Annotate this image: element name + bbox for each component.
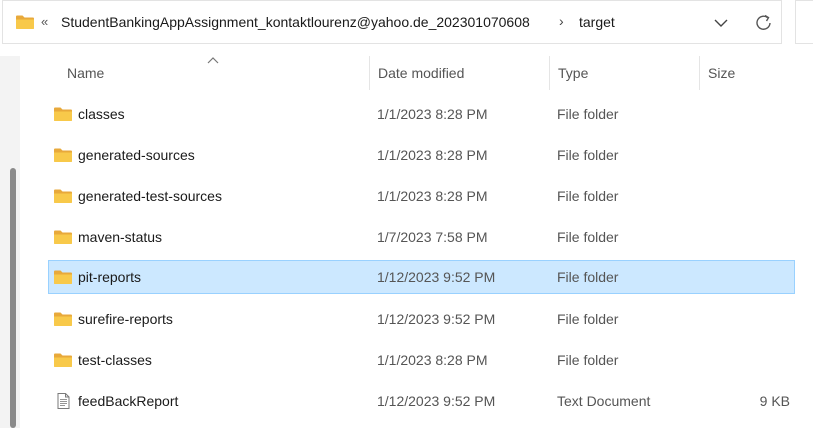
- file-type: File folder: [557, 269, 619, 285]
- address-bar[interactable]: « StudentBankingAppAssignment_kontaktlou…: [2, 0, 782, 44]
- list-item[interactable]: feedBackReport 1/12/2023 9:52 PM Text Do…: [48, 384, 795, 418]
- search-box[interactable]: [795, 0, 813, 44]
- breadcrumb-separator-icon[interactable]: ›: [559, 13, 564, 29]
- column-header-date-modified[interactable]: Date modified: [369, 56, 549, 90]
- list-item[interactable]: generated-sources 1/1/2023 8:28 PM File …: [48, 138, 795, 172]
- folder-icon: [54, 230, 72, 244]
- folder-icon: [16, 15, 34, 29]
- file-type: File folder: [557, 106, 619, 122]
- file-date: 1/12/2023 9:52 PM: [377, 311, 496, 327]
- file-name: test-classes: [78, 352, 152, 368]
- breadcrumb-current[interactable]: target: [579, 14, 615, 30]
- folder-icon: [54, 312, 72, 326]
- list-item[interactable]: classes 1/1/2023 8:28 PM File folder: [48, 97, 795, 131]
- file-date: 1/1/2023 8:28 PM: [377, 352, 488, 368]
- file-name: feedBackReport: [78, 393, 179, 409]
- file-name: surefire-reports: [78, 311, 173, 327]
- file-date: 1/1/2023 8:28 PM: [377, 188, 488, 204]
- file-name: generated-sources: [78, 147, 195, 163]
- column-header-name[interactable]: Name: [48, 56, 369, 90]
- list-item[interactable]: generated-test-sources 1/1/2023 8:28 PM …: [48, 179, 795, 213]
- folder-icon: [54, 148, 72, 162]
- folder-icon: [54, 189, 72, 203]
- file-type: File folder: [557, 229, 619, 245]
- file-name: generated-test-sources: [78, 188, 222, 204]
- file-type: File folder: [557, 188, 619, 204]
- file-date: 1/1/2023 8:28 PM: [377, 147, 488, 163]
- file-type: File folder: [557, 147, 619, 163]
- column-header-size[interactable]: Size: [699, 56, 800, 90]
- refresh-icon[interactable]: [754, 12, 774, 34]
- file-name: maven-status: [78, 229, 163, 245]
- file-name: classes: [78, 106, 125, 122]
- folder-icon: [54, 270, 72, 284]
- list-item[interactable]: maven-status 1/7/2023 7:58 PM File folde…: [48, 220, 795, 254]
- list-item[interactable]: test-classes 1/1/2023 8:28 PM File folde…: [48, 343, 795, 377]
- folder-icon: [54, 107, 72, 121]
- file-date: 1/1/2023 8:28 PM: [377, 106, 488, 122]
- file-name: pit-reports: [78, 269, 142, 285]
- folder-icon: [54, 353, 72, 367]
- scrollbar-thumb[interactable]: [10, 168, 16, 428]
- vertical-scrollbar[interactable]: [0, 56, 20, 428]
- file-size: 9 KB: [759, 393, 790, 409]
- chevron-down-icon[interactable]: [711, 13, 731, 33]
- file-type: File folder: [557, 352, 619, 368]
- list-item-selected[interactable]: pit-reports 1/12/2023 9:52 PM File folde…: [48, 260, 795, 294]
- file-type: File folder: [557, 311, 619, 327]
- list-item[interactable]: surefire-reports 1/12/2023 9:52 PM File …: [48, 302, 795, 336]
- path-overflow-icon[interactable]: «: [41, 14, 48, 29]
- breadcrumb-parent[interactable]: StudentBankingAppAssignment_kontaktloure…: [61, 14, 530, 30]
- text-document-icon: [57, 393, 70, 409]
- column-header-type[interactable]: Type: [549, 56, 699, 90]
- file-date: 1/12/2023 9:52 PM: [377, 269, 496, 285]
- file-type: Text Document: [557, 393, 651, 409]
- file-date: 1/12/2023 9:52 PM: [377, 393, 496, 409]
- file-date: 1/7/2023 7:58 PM: [377, 229, 488, 245]
